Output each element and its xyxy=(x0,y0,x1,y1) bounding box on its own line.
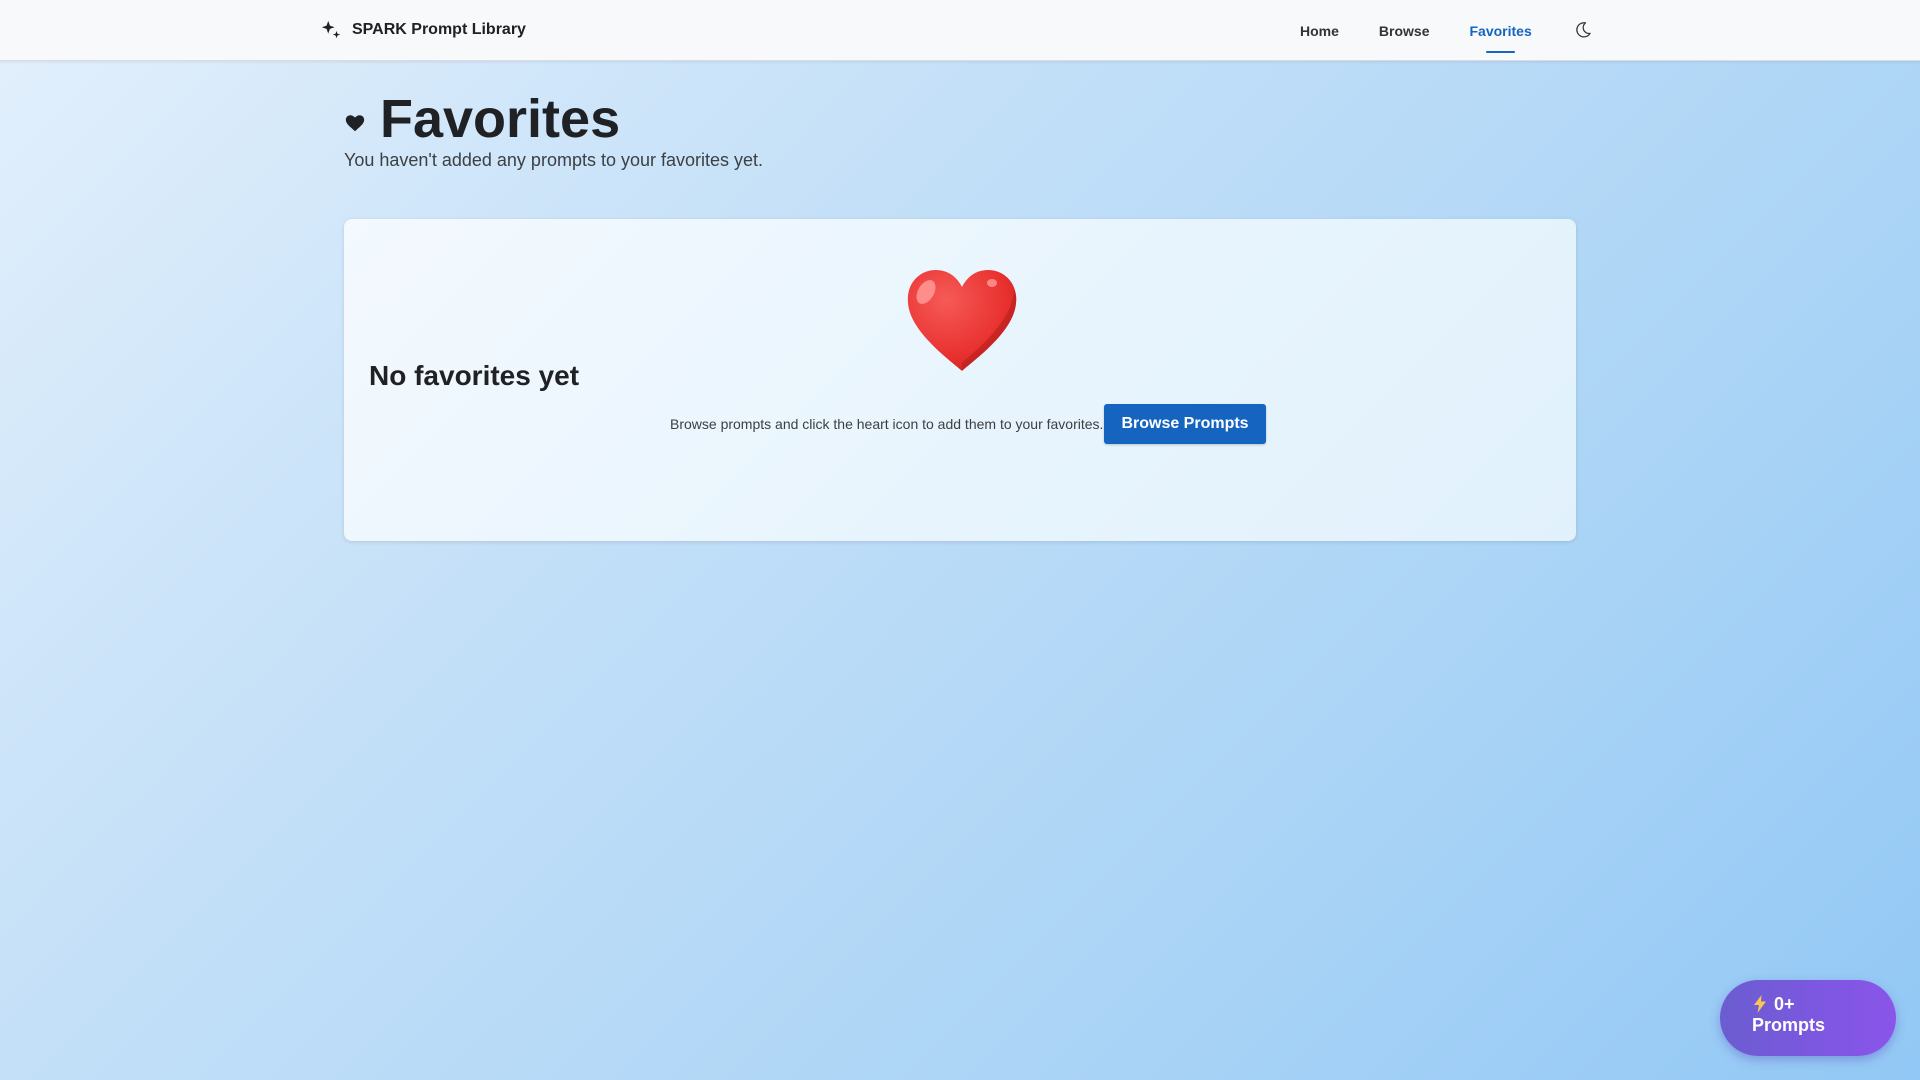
nav-browse-link[interactable]: Browse xyxy=(1379,0,1430,61)
lightning-icon xyxy=(1752,995,1768,1013)
moon-icon xyxy=(1573,20,1593,40)
page-heading: Favorites xyxy=(344,88,620,150)
empty-state-text: Browse prompts and click the heart icon … xyxy=(670,416,1104,432)
prompt-count-label: Prompts xyxy=(1752,1015,1826,1035)
brand-title: SPARK Prompt Library xyxy=(352,21,526,38)
page-title: Favorites xyxy=(380,89,621,149)
nav-home-link[interactable]: Home xyxy=(1300,0,1339,61)
empty-state-message-row: Browse prompts and click the heart icon … xyxy=(670,404,1266,444)
sparkles-icon xyxy=(320,19,342,41)
empty-state-card: No favorites yet Browse prompts and clic… xyxy=(344,219,1576,541)
red-heart-icon xyxy=(904,267,1020,375)
heart-icon xyxy=(344,112,366,134)
empty-state-title: No favorites yet xyxy=(369,360,580,391)
prompt-count-badge[interactable]: 0+ Prompts xyxy=(1720,980,1896,1056)
top-nav-bar: SPARK Prompt Library Home Browse Favorit… xyxy=(0,0,1920,61)
nav-favorites-link[interactable]: Favorites xyxy=(1469,0,1532,61)
prompt-count: 0+ xyxy=(1774,994,1795,1014)
theme-toggle-button[interactable] xyxy=(1572,19,1594,41)
browse-prompts-button[interactable]: Browse Prompts xyxy=(1104,404,1266,444)
page-subtitle: You haven't added any prompts to your fa… xyxy=(344,150,764,170)
main-nav: Home Browse Favorites xyxy=(1300,0,1572,61)
brand-link[interactable]: SPARK Prompt Library xyxy=(320,17,526,43)
prompt-count-line: 0+ xyxy=(1752,994,1896,1014)
